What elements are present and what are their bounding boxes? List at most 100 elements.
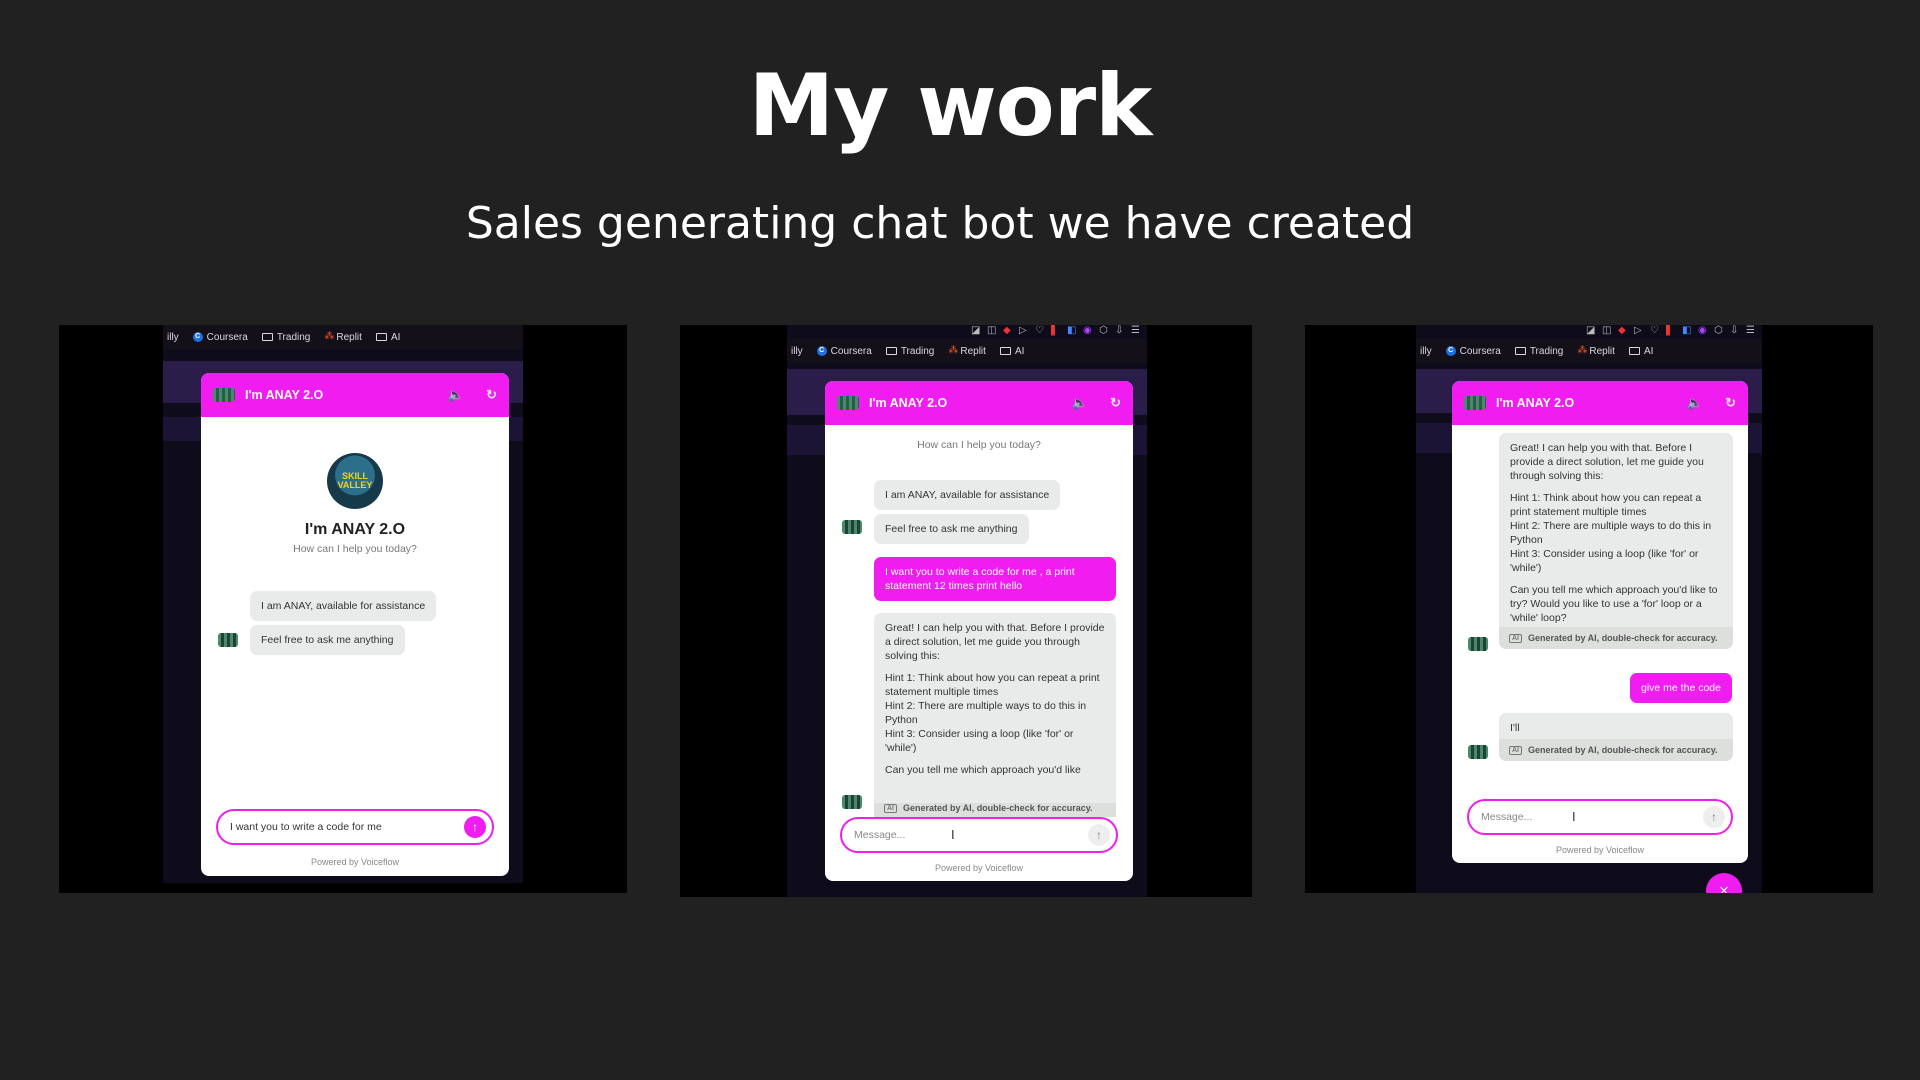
extension-icon[interactable]: ◫	[987, 325, 997, 336]
bot-avatar	[837, 396, 859, 410]
send-button[interactable]: ↑	[1088, 824, 1110, 846]
extension-icon[interactable]: ▷	[1019, 325, 1029, 336]
extension-icon[interactable]: ▌	[1666, 325, 1676, 336]
extension-icon[interactable]: ⇩	[1115, 325, 1125, 336]
bookmark-item[interactable]: illy	[167, 332, 179, 343]
powered-by: Powered by Voiceflow	[310, 857, 400, 867]
ai-disclaimer: AI Generated by AI, double-check for acc…	[1499, 627, 1733, 649]
bookmark-coursera[interactable]: C Coursera	[1445, 346, 1501, 357]
folder-icon	[1514, 347, 1526, 355]
message-input[interactable]: Message... ↑	[840, 817, 1118, 853]
extension-icon[interactable]: ◧	[1067, 325, 1077, 336]
menu-icon[interactable]: ☰	[1746, 325, 1756, 336]
extension-icon[interactable]: ◉	[1083, 325, 1093, 336]
input-text: I want you to write a code for me	[230, 821, 382, 833]
bookmark-ai[interactable]: AI	[1628, 346, 1653, 357]
restart-icon[interactable]: ↻	[1725, 395, 1736, 411]
extension-icon[interactable]: ◉	[1698, 325, 1708, 336]
close-chat-button[interactable]: ×	[1706, 873, 1742, 893]
bookmark-trading[interactable]: Trading	[885, 346, 934, 357]
bot-message: Feel free to ask me anything	[874, 514, 1029, 544]
extension-icon[interactable]: ⇩	[1730, 325, 1740, 336]
folder-icon	[375, 333, 387, 341]
browser-window: ◪ ◫ ◆ ▷ ♡ ▌ ◧ ◉ ⬡ ⇩ ☰ illy C Coursera Tra…	[1416, 325, 1762, 893]
bookmark-replit[interactable]: ⁂ Replit	[948, 346, 986, 357]
speaker-icon[interactable]: 🔈	[448, 387, 464, 403]
send-button[interactable]: ↑	[1703, 806, 1725, 828]
extension-icon[interactable]: ▷	[1634, 325, 1644, 336]
ai-badge-icon: AI	[1509, 633, 1522, 643]
bot-message: I'll	[1499, 713, 1733, 739]
text-cursor-icon: I	[1572, 809, 1576, 824]
screenshot-3: ◪ ◫ ◆ ▷ ♡ ▌ ◧ ◉ ⬡ ⇩ ☰ illy C Coursera Tra…	[1305, 325, 1873, 893]
ai-disclaimer: AI Generated by AI, double-check for acc…	[874, 803, 1116, 817]
user-message: I want you to write a code for me , a pr…	[874, 557, 1116, 601]
message-input[interactable]: Message... ↑	[1467, 799, 1733, 835]
extension-icon[interactable]: ◆	[1618, 325, 1628, 336]
welcome-subtitle: How can I help you today?	[917, 439, 1041, 451]
ai-badge-icon: AI	[1509, 745, 1522, 755]
bookmark-ai[interactable]: AI	[999, 346, 1024, 357]
screenshot-2: ◪ ◫ ◆ ▷ ♡ ▌ ◧ ◉ ⬡ ⇩ ☰ illy C Coursera Tra…	[680, 325, 1252, 897]
extension-icon[interactable]: ◫	[1602, 325, 1612, 336]
bot-message: I am ANAY, available for assistance	[874, 480, 1061, 510]
folder-icon	[999, 347, 1011, 355]
coursera-icon: C	[816, 346, 827, 356]
bot-avatar	[218, 633, 238, 647]
message-input[interactable]: I want you to write a code for me ↑	[216, 809, 494, 845]
extensions-bar: ◪ ◫ ◆ ▷ ♡ ▌ ◧ ◉ ⬡ ⇩ ☰	[787, 325, 1147, 339]
bot-avatar	[1468, 637, 1488, 651]
text-cursor-icon: I	[951, 827, 955, 842]
folder-icon	[885, 347, 897, 355]
bot-avatar	[842, 520, 862, 534]
extension-icon[interactable]: ⬡	[1099, 325, 1109, 336]
bookmark-item[interactable]: illy	[791, 346, 803, 357]
bookmark-coursera[interactable]: C Coursera	[192, 332, 248, 343]
input-placeholder: Message...	[854, 829, 906, 841]
bookmark-item[interactable]: illy	[1420, 346, 1432, 357]
extension-icon[interactable]: ◪	[971, 325, 981, 336]
extension-icon[interactable]: ▌	[1051, 325, 1061, 336]
browser-window: illy C Coursera Trading ⁂ Replit AI I'm AN…	[163, 325, 523, 883]
bot-message: Great! I can help you with that. Before …	[874, 613, 1116, 803]
input-placeholder: Message...	[1481, 811, 1533, 823]
coursera-icon: C	[192, 332, 203, 342]
bot-avatar	[1468, 745, 1488, 759]
restart-icon[interactable]: ↻	[486, 387, 497, 403]
speaker-icon[interactable]: 🔈	[1072, 395, 1088, 411]
bookmark-replit[interactable]: ⁂ Replit	[1577, 346, 1615, 357]
extension-icon[interactable]: ♡	[1650, 325, 1660, 336]
bot-message: Great! I can help you with that. Before …	[1499, 433, 1733, 627]
replit-icon: ⁂	[1577, 345, 1588, 356]
folder-icon	[261, 333, 273, 341]
user-message: give me the code	[1630, 673, 1732, 703]
replit-icon: ⁂	[948, 345, 959, 356]
bookmark-coursera[interactable]: C Coursera	[816, 346, 872, 357]
chat-widget: I'm ANAY 2.O 🔈 ↻ SKILL VALLEY I'm ANAY 2…	[201, 373, 509, 876]
extension-icon[interactable]: ♡	[1035, 325, 1045, 336]
bookmark-replit[interactable]: ⁂ Replit	[324, 332, 362, 343]
replit-icon: ⁂	[324, 331, 335, 342]
extension-icon[interactable]: ◆	[1003, 325, 1013, 336]
bookmark-trading[interactable]: Trading	[261, 332, 310, 343]
bot-message: Feel free to ask me anything	[250, 625, 405, 655]
menu-icon[interactable]: ☰	[1131, 325, 1141, 336]
ai-badge-icon: AI	[884, 803, 897, 813]
extension-icon[interactable]: ⬡	[1714, 325, 1724, 336]
bot-message: I am ANAY, available for assistance	[250, 591, 437, 621]
welcome-title: I'm ANAY 2.O	[304, 521, 406, 538]
extension-icon[interactable]: ◧	[1682, 325, 1692, 336]
bookmarks-bar: illy C Coursera Trading ⁂ Replit AI	[1416, 339, 1762, 363]
coursera-icon: C	[1445, 346, 1456, 356]
bot-avatar	[842, 795, 862, 809]
chat-header: I'm ANAY 2.O 🔈 ↻	[1452, 381, 1748, 425]
page-title: My work	[748, 56, 1153, 156]
bookmark-ai[interactable]: AI	[375, 332, 400, 343]
bookmark-trading[interactable]: Trading	[1514, 346, 1563, 357]
brand-logo: SKILL VALLEY	[327, 453, 383, 509]
bot-avatar	[213, 388, 235, 402]
speaker-icon[interactable]: 🔈	[1687, 395, 1703, 411]
send-button[interactable]: ↑	[464, 816, 486, 838]
extension-icon[interactable]: ◪	[1586, 325, 1596, 336]
restart-icon[interactable]: ↻	[1110, 395, 1121, 411]
